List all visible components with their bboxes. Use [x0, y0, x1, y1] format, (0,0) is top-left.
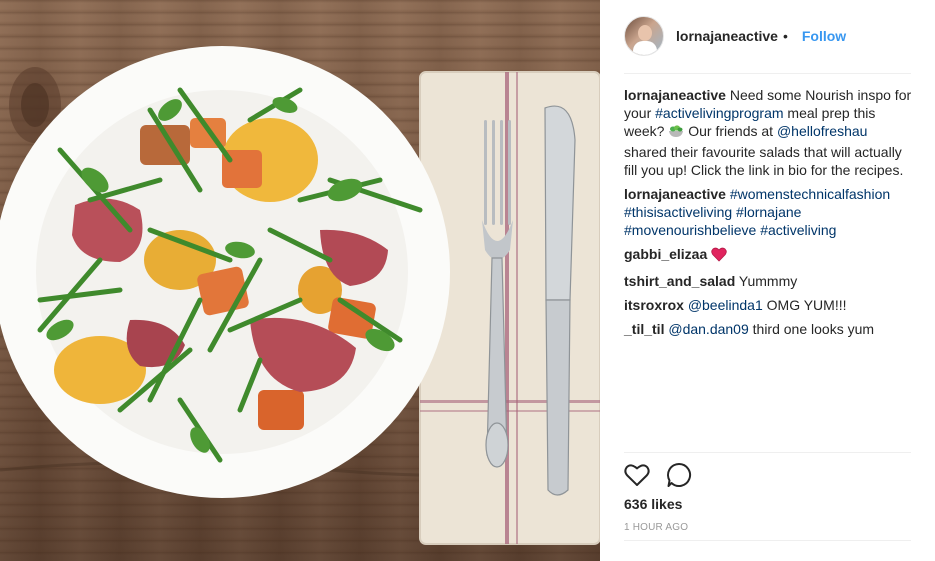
comment-username[interactable]: itsroxrox [624, 297, 684, 313]
avatar[interactable] [624, 16, 664, 56]
avatar-face [638, 25, 652, 41]
comment-text: OMG YUM!!! [766, 297, 847, 313]
comment-username[interactable]: gabbi_elizaa [624, 246, 707, 262]
divider [624, 452, 911, 453]
post-sidebar: lornajaneactive • Follow lornajaneactive… [600, 0, 935, 561]
divider [624, 540, 911, 541]
header-username[interactable]: lornajaneactive [676, 28, 778, 44]
comments-list: lornajaneactive Need some Nourish inspo … [624, 86, 914, 344]
like-button[interactable] [622, 460, 652, 490]
heart-outline-icon [624, 464, 650, 486]
header-separator: • [782, 28, 788, 44]
caption-username[interactable]: lornajaneactive [624, 87, 726, 103]
comment-text: third one looks yum [752, 321, 875, 337]
caption: lornajaneactive Need some Nourish inspo … [624, 86, 914, 179]
comment-username[interactable]: lornajaneactive [624, 186, 726, 202]
comment-bubble-icon [667, 462, 691, 487]
avatar-body [633, 41, 657, 55]
comment-button[interactable] [664, 460, 694, 490]
action-bar [622, 460, 706, 490]
heart-emoji-icon [711, 247, 727, 266]
divider [624, 73, 911, 74]
post-photo[interactable] [0, 0, 600, 561]
comment-text: Yummmy [738, 273, 798, 289]
comment-username[interactable]: _til_til [624, 321, 664, 337]
comment: gabbi_elizaa [624, 245, 914, 266]
wood-knot-core [21, 83, 49, 127]
caption-mention[interactable]: @hellofreshau [777, 123, 868, 139]
caption-text: shared their favourite salads that will … [624, 144, 904, 178]
food-photo-illustration [0, 46, 600, 545]
comment-username[interactable]: tshirt_and_salad [624, 273, 735, 289]
like-count[interactable]: 636 likes [624, 496, 682, 512]
post-timestamp: 1 HOUR AGO [624, 522, 689, 533]
comment-mention[interactable]: @beelinda1 [688, 297, 763, 313]
comment-mention[interactable]: @dan.dan09 [668, 321, 748, 337]
salad-bowl-emoji-icon [668, 123, 684, 143]
post-header: lornajaneactive • Follow [624, 14, 911, 58]
comment: itsroxrox @beelinda1 OMG YUM!!! [624, 296, 914, 314]
comment: tshirt_and_salad Yummmy [624, 272, 914, 290]
caption-text: Our friends at [688, 123, 774, 139]
comment: _til_til @dan.dan09 third one looks yum [624, 320, 914, 338]
comment: lornajaneactive #womenstechnicalfashion … [624, 185, 914, 239]
caption-hashtag[interactable]: #activelivingprogram [655, 105, 783, 121]
follow-button[interactable]: Follow [802, 28, 846, 44]
